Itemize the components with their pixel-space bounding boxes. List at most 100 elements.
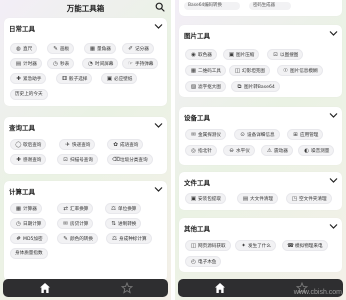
home-icon[interactable] (39, 282, 51, 294)
query-tools-card: 查询工具 ◯歇后查询 ✈ 快递查询 ✿ 成语查询 ✚ 感谢查询 ⊡ 扫描号查询 ⌫垃圾分… (4, 117, 167, 174)
device-tools-card: 设备工具 ✉ 金属探测仪 ⊙ 设备详细信息 ⊞ 应用管理 ◎ 指北针 ⊖ 水平仪 ⚠ 震动器… (179, 107, 342, 165)
idiom-icon: ✿ (113, 142, 118, 148)
tool-idiom-query[interactable]: ✿ 成语查询 (107, 139, 144, 150)
compass-icon: ◎ (191, 148, 196, 154)
delivery-icon: ✈ (65, 142, 70, 148)
ruler-icon: ◍ (16, 46, 21, 52)
tool-date-calc[interactable]: ◷ 日期计算 (10, 218, 47, 229)
app-title: 万能工具箱 (66, 4, 105, 13)
tool-thanks-query[interactable]: ✚ 感谢查询 (10, 154, 47, 165)
tool-image-compress[interactable]: ▣ 图片压缩 (223, 49, 260, 60)
chevron-down-icon[interactable] (154, 186, 163, 193)
search-circle-icon: ◯ (15, 142, 22, 148)
sparkle-icon: ✦ (241, 243, 246, 249)
tool-spirit-level[interactable]: ⊖ 水平仪 (223, 145, 255, 156)
tool-apk-extract[interactable]: ▣ 安装包提取 (185, 193, 226, 204)
tool-calculator[interactable]: ▦ 计算器 (10, 203, 42, 214)
hand-icon: ☞ (128, 61, 133, 67)
tool-empty-folder-clean[interactable]: ◳ 空文件夹清理 (286, 193, 332, 204)
tool-fake-call[interactable]: ☎模拟物理来电 (282, 240, 328, 251)
image-tools-card: 图片工具 ◉ 取色器 ▣ 图片压缩 ⊡ 以图搜图 ▦ 二维码工具 ◫ 幻影坦克图 ☉ 图片信… (179, 25, 342, 97)
star-icon[interactable] (121, 282, 133, 294)
tool-express-query[interactable]: ✈ 快递查询 (59, 139, 96, 150)
exchange-icon: ⇄ (63, 206, 68, 212)
tool-wooden-fish[interactable]: ◴ 电子木鱼 (185, 256, 222, 267)
tool-emergency-assistant[interactable]: ✚ 紧急助手 (10, 73, 47, 84)
tool-webpage-source[interactable]: ◫ 网页源码获取 (185, 240, 231, 251)
phone-icon: ☎ (287, 243, 294, 249)
blur-icon: ☉ (283, 68, 288, 74)
tool-noise-meter[interactable]: ◐ 噪音测量 (298, 145, 335, 156)
tool-device-info[interactable]: ⊙ 设备详细信息 (234, 129, 280, 140)
chevron-down-icon[interactable] (154, 23, 163, 30)
tool-time-screen[interactable]: ◔ 时间屏幕 (82, 58, 119, 69)
tool-vibrator[interactable]: ⚠ 震动器 (261, 145, 293, 156)
tool-dice-choice[interactable]: ⚅ 骰子选择 (56, 73, 93, 84)
hash-icon: # (16, 236, 21, 242)
section-title: 设备工具 (184, 114, 210, 122)
chevron-down-icon[interactable] (154, 122, 163, 129)
tool-drawing-board[interactable]: ✎ 画板 (47, 43, 75, 54)
tool-color-conversion[interactable]: ✎ 颜色的转换 (57, 233, 98, 244)
chevron-down-icon[interactable] (329, 223, 338, 230)
tool-compass[interactable]: ◎ 指北针 (185, 145, 217, 156)
tool-md5-encrypt[interactable]: # MD5加密 (10, 233, 48, 244)
tool-phantom-tank[interactable]: ◫ 幻影坦克图 (229, 65, 270, 76)
chevron-down-icon[interactable] (329, 112, 338, 119)
webpage-icon: ◫ (190, 243, 197, 249)
tool-base64-convert[interactable]: Base64编码转换 (184, 2, 240, 10)
tool-metal-detector[interactable]: ✉ 金属探测仪 (185, 129, 226, 140)
search-icon[interactable] (155, 2, 165, 12)
left-screen: 万能工具箱 日常工具 ◍ 直尺 ✎ 画板 ▦ 量角器 ✐ 记分器 ▤ 计时器 ◷ 秒表 ◔ 时… (0, 0, 171, 300)
section-title: 计算工具 (9, 188, 35, 196)
tool-large-file-clean[interactable]: ▤ 大文件清理 (237, 193, 278, 204)
timer-icon: ▤ (15, 61, 22, 67)
tool-reverse-image-search[interactable]: ⊡ 以图搜图 (267, 49, 304, 60)
tool-stopwatch[interactable]: ◷ 秒表 (47, 58, 75, 69)
level-icon: ⊖ (229, 148, 234, 154)
tool-exchange-rate[interactable]: ⇄ 汇率换算 (57, 203, 94, 214)
watermark-text: www.cbish.com (293, 289, 342, 296)
chevron-down-icon[interactable] (329, 30, 338, 37)
tool-standard-calc[interactable]: ⚖ 身成种标计算 (106, 233, 152, 244)
dice-icon: ⚅ (62, 76, 67, 82)
tool-handheld-marquee[interactable]: ☞ 手持弹幕 (122, 58, 159, 69)
tool-app-manager[interactable]: ⊞ 应用管理 (287, 129, 324, 140)
tool-bing-wallpaper[interactable]: ▣ 必应壁纸 (101, 73, 138, 84)
home-icon[interactable] (214, 282, 226, 294)
tool-xiehouyu-query[interactable]: ◯歇后查询 (10, 139, 47, 150)
folder-icon: ◳ (291, 196, 298, 202)
package-icon: ▣ (190, 196, 197, 202)
tool-timer[interactable]: ▤ 计时器 (10, 58, 42, 69)
tool-ruler[interactable]: ◍ 直尺 (10, 43, 38, 54)
tool-image-info-blur[interactable]: ☉ 图片信息模糊 (277, 65, 323, 76)
metal-detector-icon: ✉ (191, 132, 196, 138)
tool-scan-query[interactable]: ⊡ 扫描号查询 (57, 154, 98, 165)
image-layers-icon: ◫ (234, 68, 241, 74)
tool-qr-code[interactable]: ▦ 二维码工具 (185, 65, 226, 76)
chevron-down-icon[interactable] (329, 177, 338, 184)
score-icon: ✐ (128, 46, 133, 52)
calc-tools-card: 计算工具 ▦ 计算器 ⇄ 汇率换算 ⚖ 单位换算 ◷ 日期计算 ✉ 房贷计算 ⇅ 进制转换 … (4, 181, 167, 281)
tool-base-conversion[interactable]: ⇅ 进制转换 (105, 218, 142, 229)
tool-bmi[interactable]: 身体质量指数 (10, 248, 48, 259)
section-title: 文件工具 (184, 179, 210, 187)
tool-color-picker[interactable]: ◉ 取色器 (185, 49, 217, 60)
tool-scorekeeper[interactable]: ✐ 记分器 (122, 43, 154, 54)
tool-mortgage-calc[interactable]: ✉ 房贷计算 (57, 218, 94, 229)
tool-garbage-query[interactable]: ⌫垃圾分类查询 (107, 154, 153, 165)
vibrate-icon: ⚠ (267, 148, 272, 154)
tool-history-today[interactable]: 历史上的今天 (10, 89, 48, 100)
tool-what-happened[interactable]: ✦ 发生了什么 (235, 240, 276, 251)
scan-icon: ⊡ (63, 157, 68, 163)
right-screen: Base64编码转换 密码生成器 图片工具 ◉ 取色器 ▣ 图片压缩 ⊡ 以图搜图 ▦… (175, 0, 346, 300)
tool-protractor[interactable]: ▦ 量角器 (84, 43, 116, 54)
tool-password-generator[interactable]: 密码生成器 (249, 2, 291, 10)
tool-image-to-base64[interactable]: ⧉ 图片转Base64 (231, 81, 280, 92)
clock-icon: ◔ (88, 61, 93, 67)
noise-icon: ◐ (304, 148, 309, 154)
picture-icon: ▨ (190, 84, 197, 90)
tool-big-image[interactable]: ▨ 滤字抠大图 (185, 81, 226, 92)
tool-unit-conversion[interactable]: ⚖ 单位换算 (105, 203, 142, 214)
other-tools-card: 其他工具 ◫ 网页源码获取 ✦ 发生了什么 ☎模拟物理来电 ◴ 电子木鱼 (179, 218, 342, 272)
